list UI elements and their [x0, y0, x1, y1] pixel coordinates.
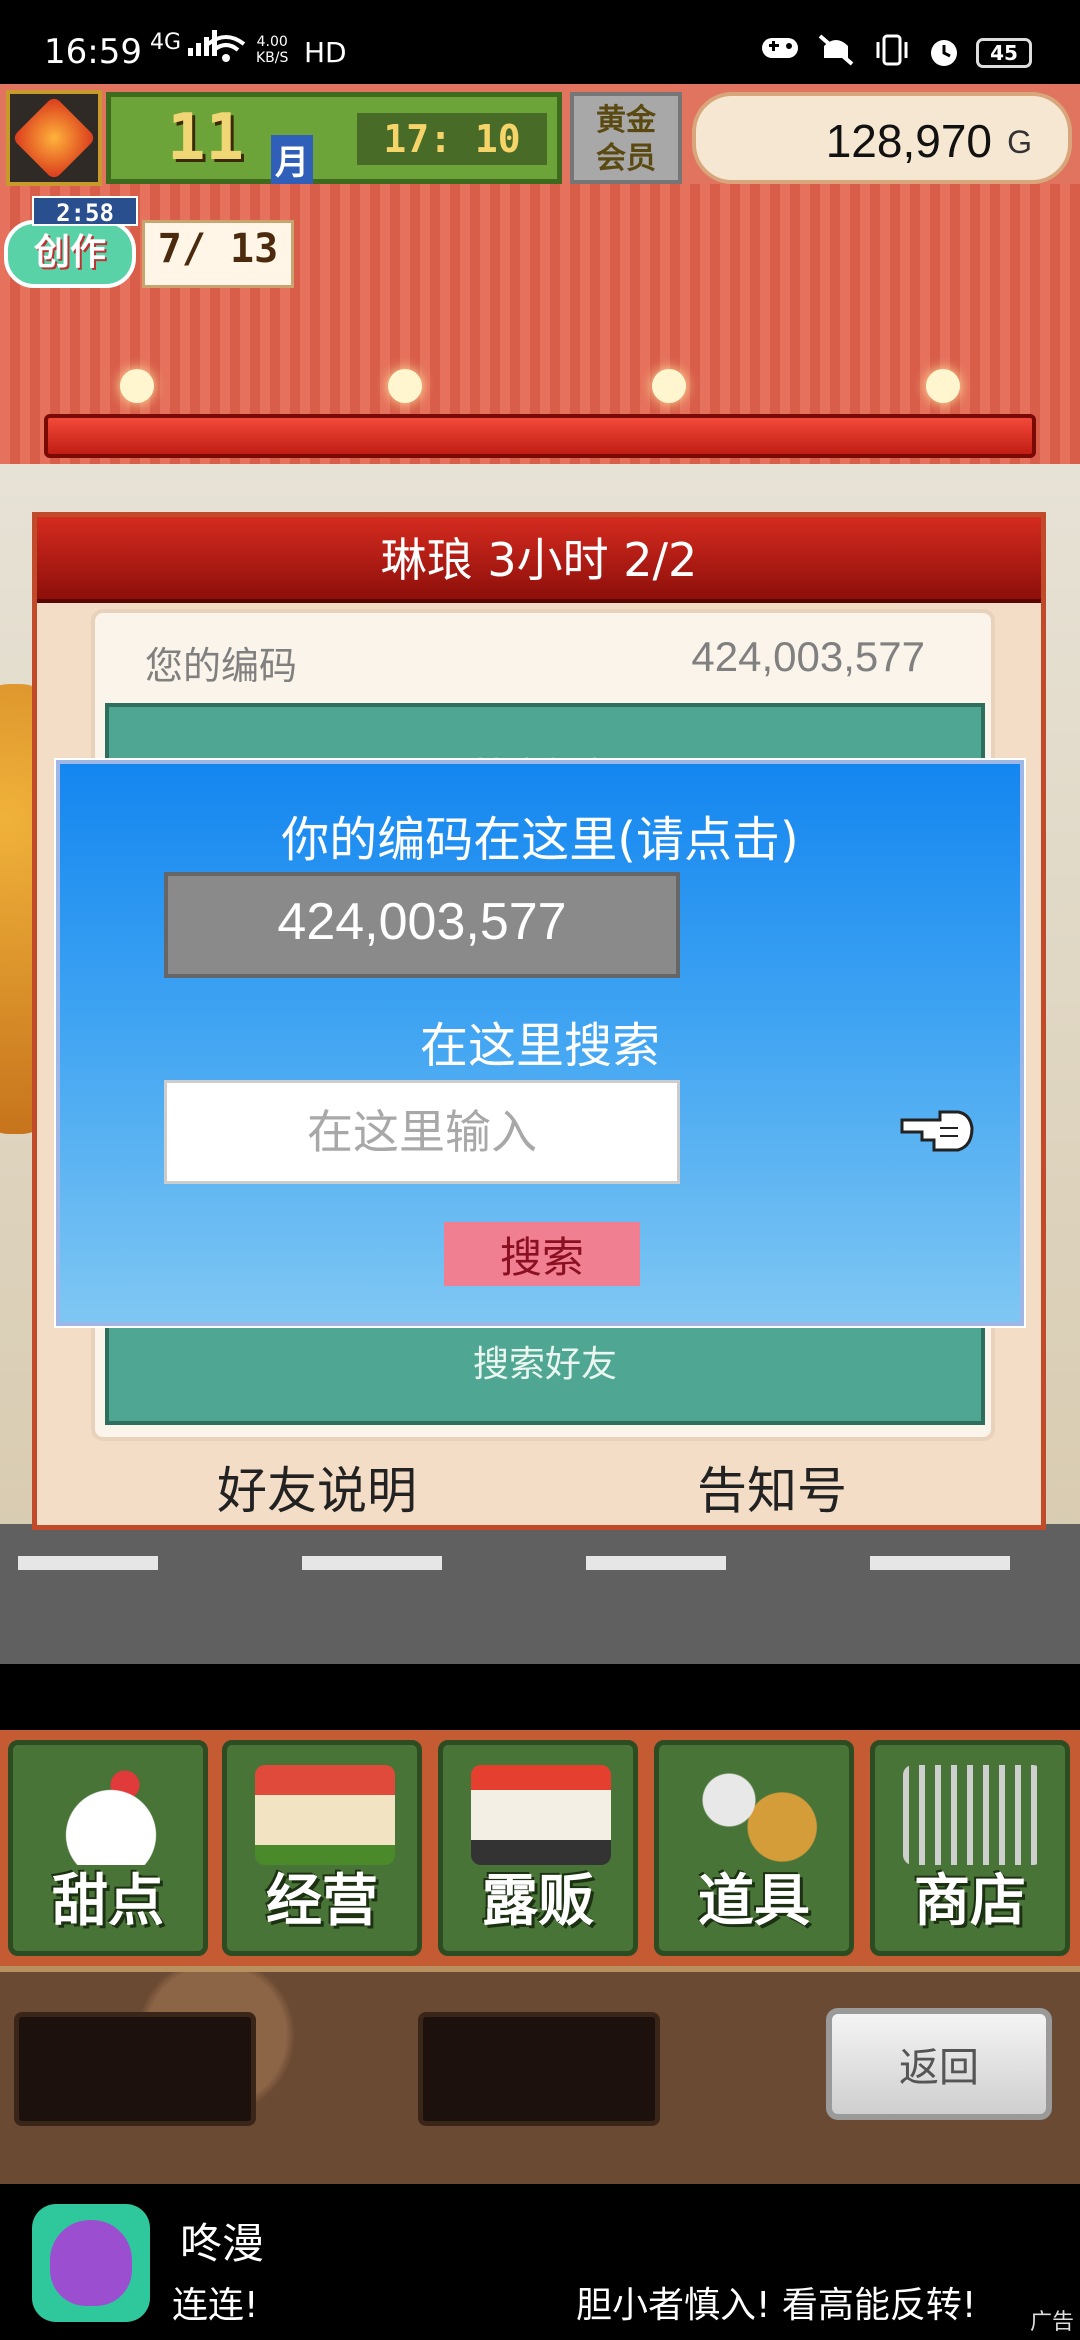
search-dialog: 你的编码在这里(请点击) 424,003,577 在这里搜索 搜索 [54, 758, 1026, 1328]
notice-number-link[interactable]: 告知号 [697, 1451, 847, 1523]
ad-description-scroll: 胆小者慎入! 看高能反转! [576, 2285, 977, 2326]
menu-label: 道具 [698, 1869, 810, 1934]
shopping-cart-icon [903, 1765, 1043, 1865]
search-title: 在这里搜索 [419, 1018, 660, 1074]
menu-label: 露贩 [482, 1869, 594, 1934]
network-type: 4G [150, 30, 182, 55]
bottom-tray: 返回 [0, 1966, 1080, 2184]
network-speed: 4.00 KB/S [256, 34, 289, 66]
search-friend-button[interactable]: 搜索好友 [109, 1335, 981, 1387]
gamepad-icon [760, 34, 800, 70]
friend-code-input[interactable] [164, 1080, 680, 1184]
road-line [870, 1556, 1010, 1570]
mute-icon [818, 34, 854, 74]
road-line [586, 1556, 726, 1570]
road-line [302, 1556, 442, 1570]
month-number: 11 [167, 101, 245, 175]
season-icon[interactable] [6, 90, 102, 186]
menu-manage-button[interactable]: 经营 [222, 1740, 422, 1956]
menu-sweets-button[interactable]: 甜点 [8, 1740, 208, 1956]
cake-icon [41, 1765, 181, 1865]
ad-tag: 广告 [1029, 2310, 1074, 2335]
road-line [18, 1556, 158, 1570]
alarm-icon [926, 34, 962, 76]
lamp [652, 369, 686, 403]
shop-icon [255, 1765, 395, 1865]
month-label: 月 [271, 135, 313, 184]
code-title: 你的编码在这里(请点击) [281, 812, 799, 868]
menu-items-button[interactable]: 道具 [654, 1740, 854, 1956]
road [0, 1524, 1080, 1664]
battery-icon: 45 [976, 38, 1032, 68]
main-menu-bar: 甜点 经营 露贩 道具 商店 [0, 1730, 1080, 1966]
money-unit: G [1007, 124, 1032, 160]
create-badge: 创作 [4, 220, 136, 288]
friend-panel-title: 琳琅 3小时 2/2 [37, 517, 1041, 603]
food-truck-icon [471, 1765, 611, 1865]
my-code-label: 您的编码 [145, 644, 298, 688]
items-bag-icon [687, 1765, 827, 1865]
date-display: 11 月 17: 10 [106, 92, 562, 184]
search-button[interactable]: 搜索 [444, 1222, 640, 1286]
back-button[interactable]: 返回 [826, 2008, 1052, 2120]
bottom-band [0, 1664, 1080, 1730]
menu-label: 甜点 [52, 1869, 164, 1934]
vibrate-icon [874, 34, 910, 74]
menu-food-truck-button[interactable]: 露贩 [438, 1740, 638, 1956]
empty-slot [14, 2012, 256, 2126]
lamp [120, 369, 154, 403]
hd-label: HD [304, 36, 347, 69]
empty-slot [418, 2012, 660, 2126]
money-display: 128,970 G [692, 92, 1072, 184]
gold-member-badge[interactable]: 黄金 会员 [570, 92, 682, 184]
money-value: 128,970 [825, 115, 992, 167]
create-timer: 2:58 [32, 196, 138, 227]
mascot-icon [50, 2220, 132, 2306]
menu-store-button[interactable]: 商店 [870, 1740, 1070, 1956]
wifi-icon [206, 34, 246, 72]
ad-description: 连连! [172, 2285, 259, 2326]
ad-banner[interactable]: 咚漫 连连! 胆小者慎入! 看高能反转! 广告 [0, 2184, 1080, 2340]
menu-label: 经营 [266, 1869, 378, 1934]
code-value[interactable]: 424,003,577 [164, 872, 680, 978]
game-clock: 17: 10 [357, 113, 547, 165]
menu-label: 商店 [914, 1869, 1026, 1934]
ad-title: 咚漫 [180, 2219, 265, 2268]
status-time: 16:59 [44, 32, 142, 72]
lamp [926, 369, 960, 403]
lamp [388, 369, 422, 403]
app-logo-icon [32, 2204, 150, 2322]
friend-help-link[interactable]: 好友说明 [217, 1451, 417, 1523]
maple-leaf-icon [11, 95, 97, 181]
create-status[interactable]: 创作 2:58 7/ 13 [4, 196, 296, 292]
awning-bar [44, 414, 1036, 458]
my-code-value: 424,003,577 [691, 633, 925, 680]
status-bar: 16:59 4G 4.00 KB/S HD 45 [0, 0, 1080, 84]
pointing-hand-icon [900, 1110, 974, 1152]
create-count: 7/ 13 [142, 220, 294, 288]
